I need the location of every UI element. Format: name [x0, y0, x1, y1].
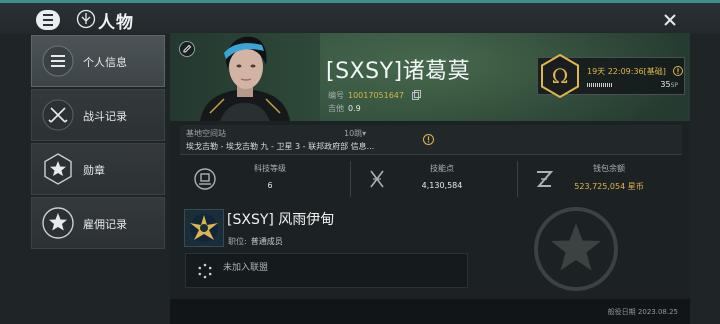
stat-wallet[interactable]: 钱包余额 523,725,054 星币 — [519, 159, 682, 199]
star-badge-icon — [42, 207, 74, 239]
footer-bar: 般役日期 2023.08.25 — [170, 299, 690, 324]
sidebar-item-label: 雇佣记录 — [83, 218, 127, 231]
character-id-label: 编号 — [328, 91, 344, 100]
character-id-value: 10017051647 — [348, 91, 404, 100]
divider — [350, 161, 351, 197]
tech-level-icon — [194, 168, 216, 190]
character-name: [SXSY]诸葛莫 — [326, 59, 471, 84]
menu-lines-icon — [42, 45, 74, 77]
hamburger-menu-icon[interactable] — [36, 10, 60, 30]
corporation-logo[interactable] — [184, 209, 224, 247]
corporation-position-label: 职位: — [228, 237, 247, 246]
omega-icon: Ω — [541, 53, 579, 99]
skill-points-rate-unit: SP — [670, 82, 678, 89]
alliance-panel[interactable]: 未加入联盟 — [185, 253, 468, 288]
security-status-row: 吉他 0.9 — [328, 103, 361, 114]
title-bar: 人物 — [0, 0, 720, 34]
omega-status-panel[interactable]: Ω 19天 22:09:36[基础] 35SP — [537, 53, 685, 99]
sidebar-item-label: 勋章 — [83, 164, 105, 177]
stat-label: 技能点 — [430, 164, 454, 173]
sidebar: 个人信息 战斗记录 勋章 雇佣记录 — [31, 35, 165, 251]
alliance-ring-icon — [198, 263, 212, 279]
star-emblem-watermark-icon — [534, 207, 618, 291]
divider — [517, 161, 518, 197]
creation-date: 般役日期 2023.08.25 — [607, 308, 678, 316]
character-id-row: 编号 10017051647 — [328, 90, 404, 101]
character-emblem-icon — [76, 9, 96, 29]
station-jumps-dropdown[interactable]: 10跳▾ — [344, 128, 366, 139]
sidebar-item-personal-info[interactable]: 个人信息 — [31, 35, 165, 87]
stat-tech-level: 科技等级 6 — [180, 159, 346, 199]
stat-label: 科技等级 — [254, 164, 286, 173]
stat-label: 钱包余额 — [593, 164, 625, 173]
isk-wallet-icon — [536, 171, 554, 187]
home-station-row[interactable]: 基地空间站 10跳▾ 埃戈吉勒 - 埃戈吉勒 九 - 卫星 3 - 联邦政府部 … — [180, 125, 682, 155]
sidebar-item-medals[interactable]: 勋章 — [31, 143, 165, 195]
stat-skill-points: 技能点 4,130,584 — [352, 159, 518, 199]
skill-points-icon — [370, 170, 384, 188]
alliance-status: 未加入联盟 — [223, 263, 269, 273]
security-status-label: 吉他 — [328, 104, 344, 113]
omega-remaining-time: 19天 22:09:36[基础] — [587, 67, 666, 76]
stat-value: 6 — [267, 181, 273, 190]
stat-value: 4,130,584 — [421, 181, 463, 190]
skill-points-rate-value: 35 — [660, 80, 671, 89]
sidebar-item-label: 战斗记录 — [83, 110, 127, 123]
crossed-swords-icon — [42, 99, 74, 131]
home-station-label: 基地空间站 — [186, 129, 226, 138]
sidebar-item-employment-history[interactable]: 雇佣记录 — [31, 197, 165, 249]
sidebar-item-label: 个人信息 — [83, 56, 127, 69]
warning-icon[interactable] — [423, 134, 434, 145]
corporation-position-value: 普通成员 — [250, 237, 283, 246]
character-banner: [SXSY]诸葛莫 编号 10017051647 吉他 0.9 Ω 19天 22:0… — [170, 33, 690, 121]
star-medal-icon — [44, 153, 72, 185]
close-icon[interactable] — [661, 11, 679, 29]
sidebar-item-combat-log[interactable]: 战斗记录 — [31, 89, 165, 141]
copy-icon[interactable] — [412, 90, 421, 100]
stat-value: 523,725,054 星币 — [574, 182, 644, 191]
warning-icon[interactable] — [673, 66, 683, 76]
character-stats: 科技等级 6 技能点 4,130,584 钱包余额 523,725,054 星币 — [180, 159, 682, 199]
svg-text:Ω: Ω — [552, 64, 569, 88]
window-title: 人物 — [98, 13, 134, 33]
home-station-location: 埃戈吉勒 - 埃戈吉勒 九 - 卫星 3 - 联邦政府部 信息... — [186, 142, 375, 151]
character-info-panel: [SXSY]诸葛莫 编号 10017051647 吉他 0.9 Ω 19天 22:0… — [170, 33, 690, 324]
skill-points-rate: 35SP — [660, 80, 678, 89]
security-status-value: 0.9 — [348, 104, 361, 113]
character-portrait — [200, 36, 290, 121]
omega-progress-bar — [587, 83, 613, 87]
corporation-name[interactable]: [SXSY] 风雨伊甸 — [227, 209, 334, 229]
corporation-position: 职位: 普通成员 — [228, 236, 283, 247]
